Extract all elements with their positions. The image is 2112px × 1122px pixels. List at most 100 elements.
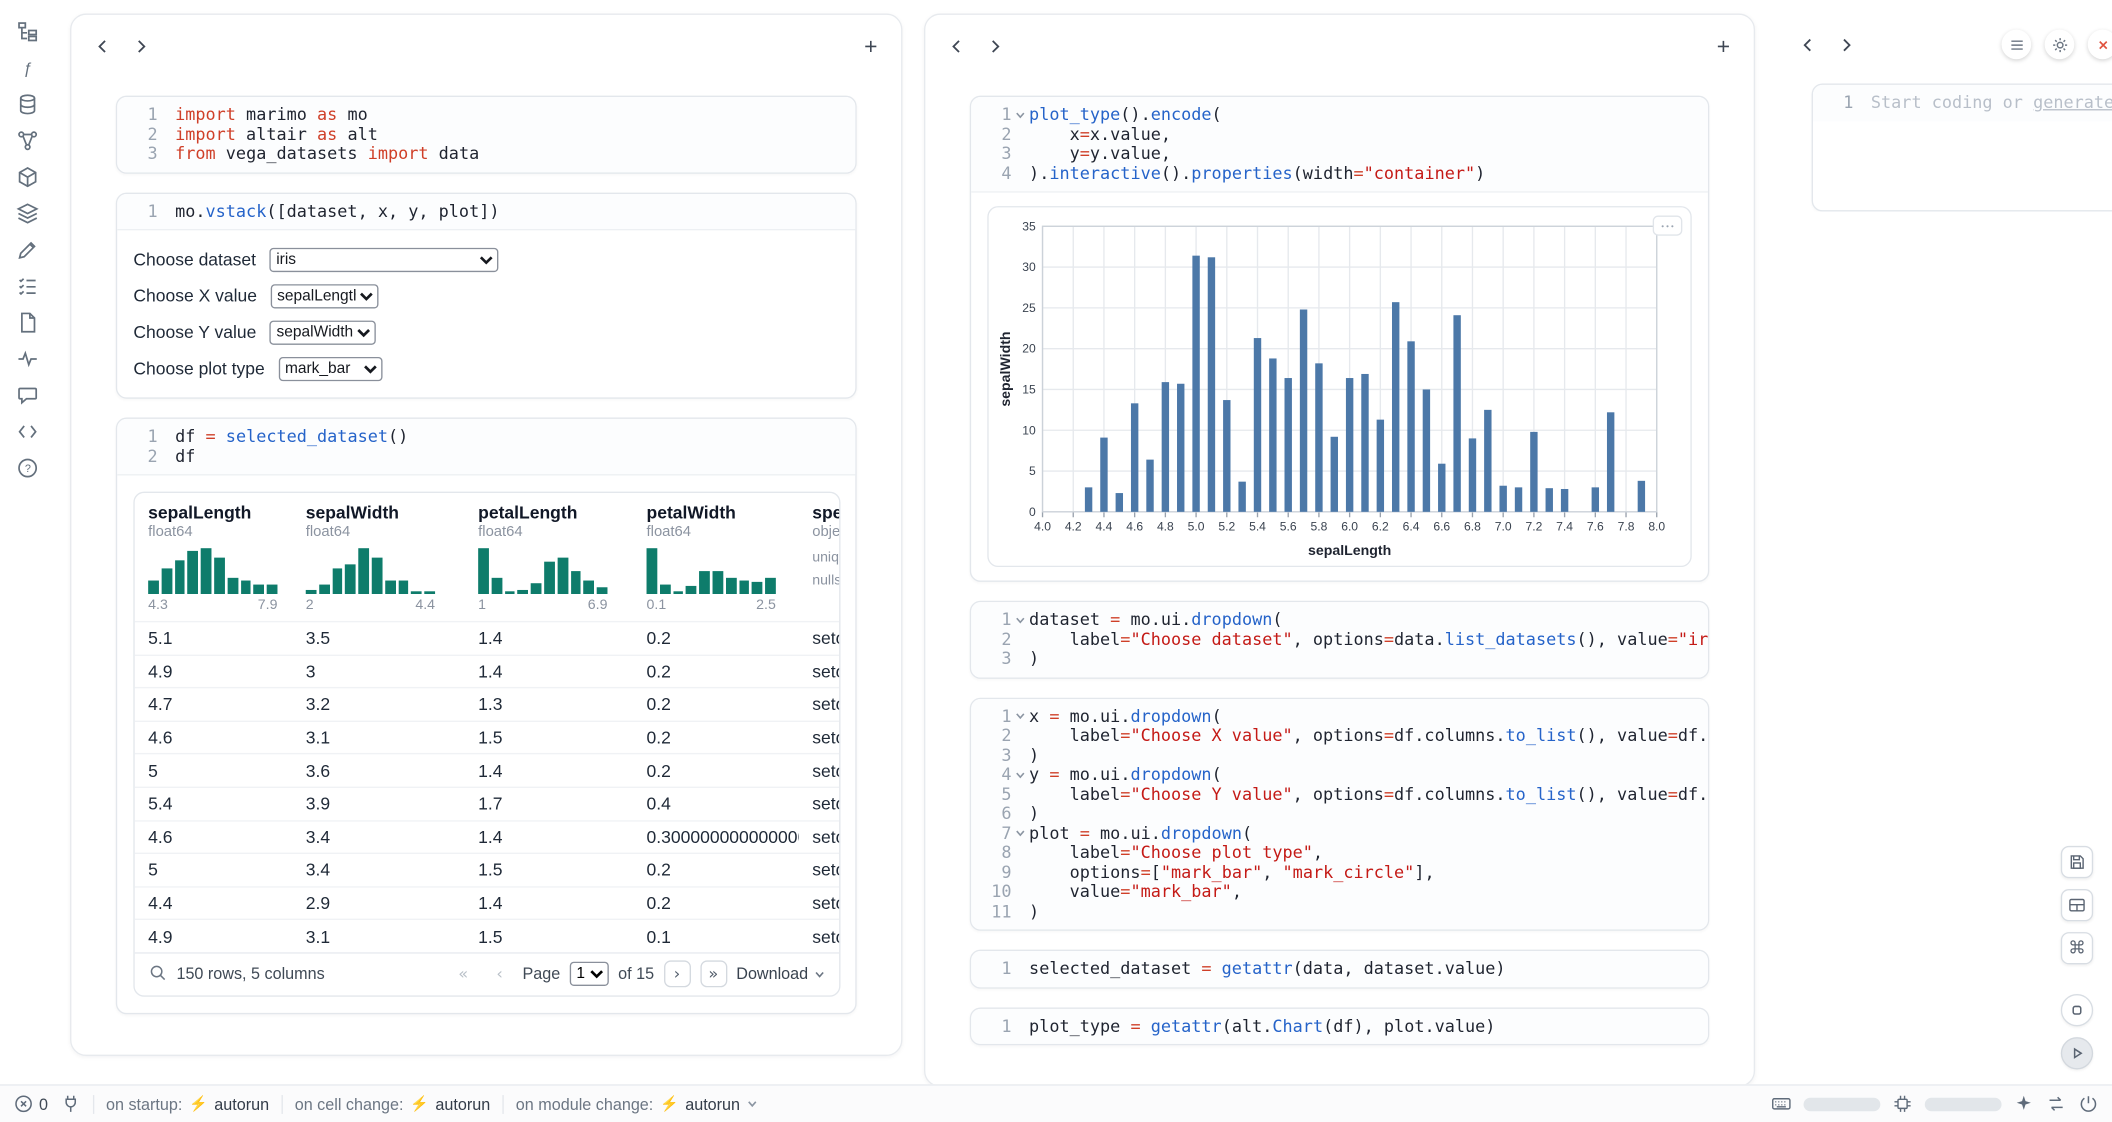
histogram-bar (332, 569, 343, 594)
table-row[interactable]: 4.931.40.2setosa (135, 654, 839, 687)
code-editor[interactable]: 1mo.vstack([dataset, x, y, plot]) (117, 193, 855, 229)
segment-label: on cell change: (295, 1094, 404, 1113)
code-editor[interactable]: 1df = selected_dataset()2df (117, 419, 855, 474)
close-button[interactable] (2088, 30, 2112, 60)
fold-chevron-icon[interactable] (1012, 824, 1030, 844)
packages-button[interactable] (9, 162, 44, 192)
logs-button[interactable] (9, 271, 44, 301)
choose-y-value-select[interactable]: sepalWidth (270, 320, 376, 344)
app-window: ƒ? 1import marimo as mo2import altair as… (0, 0, 2112, 1122)
kebab-icon (1659, 218, 1675, 234)
scroll-right-button[interactable] (977, 28, 1012, 63)
save-button[interactable] (2061, 846, 2093, 878)
snippets-button[interactable] (9, 416, 44, 446)
menu-button[interactable] (2002, 30, 2032, 60)
histogram-bar (673, 591, 684, 594)
code-editor[interactable]: 1 Start coding or generate with AI (1813, 85, 2112, 121)
file-tree-icon (15, 20, 38, 43)
help-button[interactable]: ? (9, 453, 44, 483)
choose-plot-type-select[interactable]: mark_bar (278, 356, 382, 380)
ai-button[interactable] (2014, 1094, 2034, 1114)
table-cell: 3 (292, 661, 464, 681)
fold-chevron-icon[interactable] (1012, 610, 1030, 630)
documentation-button[interactable] (9, 307, 44, 337)
layout-toggle-button[interactable] (2061, 889, 2093, 921)
chat-button[interactable] (9, 380, 44, 410)
outline-button[interactable] (9, 198, 44, 228)
scroll-left-button[interactable] (85, 28, 120, 63)
connection-button[interactable] (60, 1094, 80, 1114)
segment-value: autorun (214, 1094, 269, 1113)
code-editor[interactable]: 1import marimo as mo2import altair as al… (117, 97, 855, 172)
keyboard-button[interactable] (1771, 1094, 1791, 1114)
control-label: Choose dataset (133, 249, 256, 269)
column-header[interactable]: petalWidthfloat640.12.5 (633, 502, 799, 612)
data-sources-button[interactable] (9, 89, 44, 119)
power-button[interactable] (2078, 1094, 2098, 1114)
code-editor[interactable]: 1x = mo.ui.dropdown(2 label="Choose X va… (971, 698, 1708, 929)
column-header[interactable]: speciesobjectuniquenulls: (799, 502, 841, 612)
table-row[interactable]: 53.41.50.2setosa (135, 853, 839, 886)
generate-link[interactable]: generate (2033, 92, 2112, 112)
table-cell: 1.5 (465, 926, 633, 946)
fold-chevron-icon[interactable] (1012, 706, 1030, 726)
next-page-button[interactable]: › (664, 961, 691, 988)
download-button[interactable]: Download (736, 965, 825, 984)
keyboard-shortcuts-button[interactable]: ⌘ (2061, 932, 2093, 964)
scratchpad-button[interactable] (9, 234, 44, 264)
table-row[interactable]: 4.63.11.50.2setosa (135, 720, 839, 753)
run-config-segment[interactable]: on module change:⚡autorun (516, 1094, 759, 1113)
table-cell: 4.4 (135, 893, 293, 913)
code-editor[interactable]: 1plot_type().encode(2 x=x.value,3 y=y.va… (971, 97, 1708, 191)
chart-options-button[interactable] (1653, 216, 1683, 236)
scroll-left-button[interactable] (1790, 27, 1825, 62)
table-row[interactable]: 4.73.21.30.2setosa (135, 687, 839, 720)
code-editor[interactable]: 1selected_dataset = getattr(data, datase… (971, 951, 1708, 987)
last-page-button[interactable]: » (700, 961, 727, 988)
prev-page-button[interactable]: ‹ (486, 961, 513, 988)
scroll-right-button[interactable] (123, 28, 158, 63)
fold-chevron-icon[interactable] (1012, 765, 1030, 785)
first-page-button[interactable]: « (450, 961, 477, 988)
scroll-left-button[interactable] (939, 28, 974, 63)
scroll-right-button[interactable] (1828, 27, 1863, 62)
swap-button[interactable] (2046, 1094, 2066, 1114)
table-row[interactable]: 4.63.41.40.30000000000000004setosa (135, 820, 839, 853)
bar-chart[interactable]: 4.04.24.44.64.85.05.25.45.65.86.06.26.46… (997, 213, 1679, 561)
table-row[interactable]: 5.13.51.40.2setosa (135, 621, 839, 654)
dependencies-button[interactable] (9, 125, 44, 155)
code-text: ) (1029, 902, 1039, 922)
cell-placeholder[interactable]: Start coding or generate with AI (1871, 93, 2112, 113)
code-editor[interactable]: 1plot_type = getattr(alt.Chart(df), plot… (971, 1008, 1708, 1044)
empty-cell: 1 Start coding or generate with AI (1812, 84, 2112, 212)
run-config-segment[interactable]: on cell change:⚡autorun (295, 1094, 490, 1113)
column-header[interactable]: petalLengthfloat6416.9 (465, 502, 633, 612)
table-row[interactable]: 5.43.91.70.4setosa (135, 787, 839, 820)
column-header[interactable]: sepalLengthfloat644.37.9 (135, 502, 293, 612)
memory-button[interactable] (1892, 1094, 1912, 1114)
table-row[interactable]: 53.61.40.2setosa (135, 753, 839, 786)
table-cell: 1.5 (465, 727, 633, 747)
fold-chevron-icon[interactable] (1012, 105, 1030, 125)
code-line: 1mo.vstack([dataset, x, y, plot]) (128, 201, 845, 221)
add-cell-button[interactable] (1705, 28, 1740, 63)
settings-button[interactable] (2045, 30, 2075, 60)
run-config-segment[interactable]: on startup:⚡autorun (106, 1094, 269, 1113)
stop-button[interactable] (2061, 994, 2093, 1026)
column-header[interactable]: sepalWidthfloat6424.4 (292, 502, 464, 612)
variables-button[interactable]: ƒ (9, 53, 44, 83)
error-indicator[interactable]: 0 (13, 1094, 48, 1114)
table-cell: 1.4 (465, 893, 633, 913)
choose-dataset-select[interactable]: iris (269, 247, 498, 271)
choose-x-value-select[interactable]: sepalLength (270, 284, 378, 308)
code-editor[interactable]: 1dataset = mo.ui.dropdown(2 label="Choos… (971, 602, 1708, 677)
run-all-button[interactable] (2061, 1037, 2093, 1069)
page-select[interactable]: 1 (570, 962, 609, 986)
tracing-button[interactable] (9, 343, 44, 373)
add-cell-button[interactable] (853, 28, 888, 63)
search-icon[interactable] (148, 963, 167, 986)
table-row[interactable]: 4.42.91.40.2setosa (135, 886, 839, 919)
file-tree-button[interactable] (9, 16, 44, 46)
table-row[interactable]: 4.93.11.50.1setosa (135, 919, 839, 952)
fold-slot (1012, 164, 1030, 184)
